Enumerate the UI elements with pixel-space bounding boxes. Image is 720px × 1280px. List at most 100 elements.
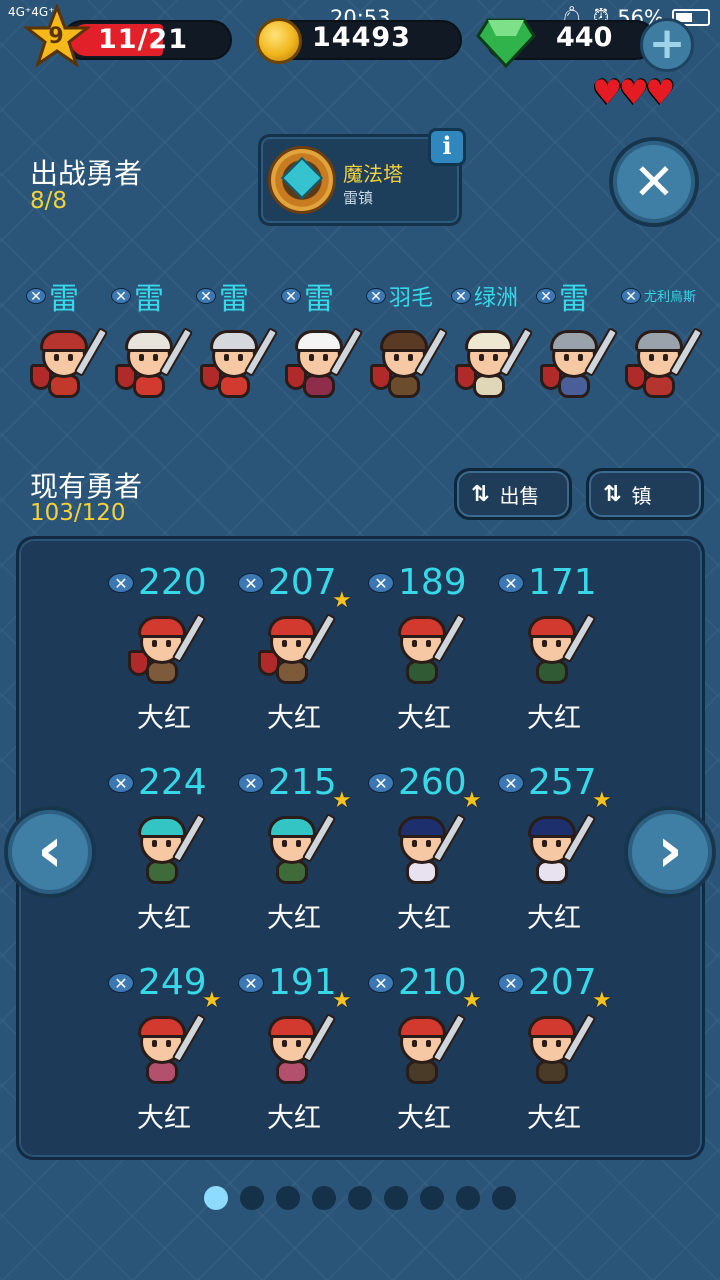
crossed-swords-icon: ✕ xyxy=(451,288,471,305)
info-button[interactable]: i xyxy=(428,128,466,166)
hero-sprite xyxy=(388,812,467,886)
hero-hat xyxy=(528,1016,576,1038)
prev-page-button[interactable]: ‹ xyxy=(4,806,96,898)
hero-name: 大红 xyxy=(397,1103,451,1134)
hero-sprite xyxy=(625,326,704,400)
hero-name: 大红 xyxy=(267,703,321,734)
hero-power: ✕ 171 xyxy=(498,562,597,603)
hero-town-text: 雷 xyxy=(49,282,79,317)
owned-hero-card[interactable]: ✕ 210 ★ 大红 xyxy=(368,956,494,1146)
hero-sprite xyxy=(518,812,597,886)
lives: ♥ ♥ ♥ xyxy=(592,76,675,110)
hero-sprite xyxy=(388,612,467,686)
star-icon: ★ xyxy=(592,788,612,813)
player-level: 9 xyxy=(48,24,64,49)
hero-name: 大红 xyxy=(267,1103,321,1134)
owned-hero-card[interactable]: ✕ 207 ★ 大红 xyxy=(498,956,624,1146)
owned-hero-card[interactable]: ✕ 224 大红 xyxy=(108,756,234,946)
hero-hat xyxy=(210,330,258,352)
hero-town-label: ✕ 雷 xyxy=(536,274,632,318)
hero-town-text: 雷 xyxy=(219,282,249,317)
deployed-hero-slot[interactable]: ✕ 羽毛 xyxy=(366,268,452,408)
hero-power: ✕ 189 xyxy=(368,562,467,603)
hero-eye xyxy=(282,1040,287,1047)
hero-power-value: 215 xyxy=(268,762,337,803)
crossed-swords-icon: ✕ xyxy=(498,572,524,593)
owned-hero-card[interactable]: ✕ 220 大红 xyxy=(108,556,234,746)
hero-sprite xyxy=(370,326,449,400)
sort-by-sell-button[interactable]: ⇅ 出售 xyxy=(454,468,572,520)
close-button[interactable]: ✕ xyxy=(609,137,699,227)
page-dot[interactable] xyxy=(348,1186,372,1210)
sort-icon: ⇅ xyxy=(603,481,622,507)
hero-name: 大红 xyxy=(137,1103,191,1134)
crossed-swords-icon: ✕ xyxy=(498,972,524,993)
hero-power: ✕ 207 xyxy=(238,562,337,603)
hero-town-label: ✕ 雷 xyxy=(111,274,207,318)
hero-eye xyxy=(564,354,569,361)
hero-name: 大红 xyxy=(527,903,581,934)
hero-hat xyxy=(528,616,576,638)
hero-eye xyxy=(296,840,301,847)
deployed-hero-slot[interactable]: ✕ 雷 xyxy=(26,268,112,408)
owned-hero-card[interactable]: ✕ 215 ★ 大红 xyxy=(238,756,364,946)
owned-hero-card[interactable]: ✕ 257 ★ 大红 xyxy=(498,756,624,946)
hero-name: 大红 xyxy=(527,1103,581,1134)
page-dot[interactable] xyxy=(420,1186,444,1210)
deployed-hero-slot[interactable]: ✕ 尤利烏斯 xyxy=(621,268,707,408)
hero-hat xyxy=(138,616,186,638)
hero-hat xyxy=(268,816,316,838)
owned-hero-card[interactable]: ✕ 260 ★ 大红 xyxy=(368,756,494,946)
hero-hat xyxy=(528,816,576,838)
hero-eye xyxy=(166,640,171,647)
deployed-hero-slot[interactable]: ✕ 雷 xyxy=(196,268,282,408)
hero-power-value: 260 xyxy=(398,762,467,803)
page-dot[interactable] xyxy=(204,1186,228,1210)
hero-eye xyxy=(412,1040,417,1047)
coin-count: 14493 xyxy=(312,22,411,53)
deployed-hero-slot[interactable]: ✕ 雷 xyxy=(111,268,197,408)
hero-power: ✕ 210 xyxy=(368,962,467,1003)
sort-by-town-button[interactable]: ⇅ 镇 xyxy=(586,468,704,520)
owned-hero-card[interactable]: ✕ 189 大红 xyxy=(368,556,494,746)
owned-hero-card[interactable]: ✕ 191 ★ 大红 xyxy=(238,956,364,1146)
buy-gems-button[interactable]: + xyxy=(640,18,694,72)
deployed-hero-slot[interactable]: ✕ 绿洲 xyxy=(451,268,537,408)
hero-power: ✕ 257 xyxy=(498,762,597,803)
hero-power-value: 249 xyxy=(138,962,207,1003)
hero-town-text: 羽毛 xyxy=(389,286,434,311)
next-page-button[interactable]: › xyxy=(624,806,716,898)
hero-sprite xyxy=(258,1012,337,1086)
owned-hero-card[interactable]: ✕ 171 大红 xyxy=(498,556,624,746)
star-icon: ★ xyxy=(332,788,352,813)
star-icon: ★ xyxy=(462,988,482,1013)
hero-eye xyxy=(578,354,583,361)
hero-eye xyxy=(426,840,431,847)
deployed-hero-slot[interactable]: ✕ 雷 xyxy=(536,268,622,408)
hero-name: 大红 xyxy=(527,703,581,734)
owned-hero-card[interactable]: ✕ 249 ★ 大红 xyxy=(108,956,234,1146)
page-dot[interactable] xyxy=(276,1186,300,1210)
hero-eye xyxy=(296,1040,301,1047)
hero-eye xyxy=(412,840,417,847)
hero-sprite xyxy=(388,1012,467,1086)
tower-name: 魔法塔 xyxy=(343,162,403,186)
crossed-swords-icon: ✕ xyxy=(621,287,641,305)
hero-name: 大红 xyxy=(137,903,191,934)
hero-power-value: 189 xyxy=(398,562,467,603)
deployed-hero-slot[interactable]: ✕ 雷 xyxy=(281,268,367,408)
hero-power: ✕ 191 xyxy=(238,962,337,1003)
owned-hero-card[interactable]: ✕ 207 ★ 大红 xyxy=(238,556,364,746)
hero-eye xyxy=(224,354,229,361)
hero-eye xyxy=(153,354,158,361)
page-dot[interactable] xyxy=(312,1186,336,1210)
page-dot[interactable] xyxy=(492,1186,516,1210)
crossed-swords-icon: ✕ xyxy=(238,972,264,993)
page-dot[interactable] xyxy=(240,1186,264,1210)
page-dot[interactable] xyxy=(456,1186,480,1210)
page-dot[interactable] xyxy=(384,1186,408,1210)
hero-sprite xyxy=(258,812,337,886)
crossed-swords-icon: ✕ xyxy=(26,288,46,305)
hero-eye xyxy=(663,354,668,361)
hero-power: ✕ 260 xyxy=(368,762,467,803)
